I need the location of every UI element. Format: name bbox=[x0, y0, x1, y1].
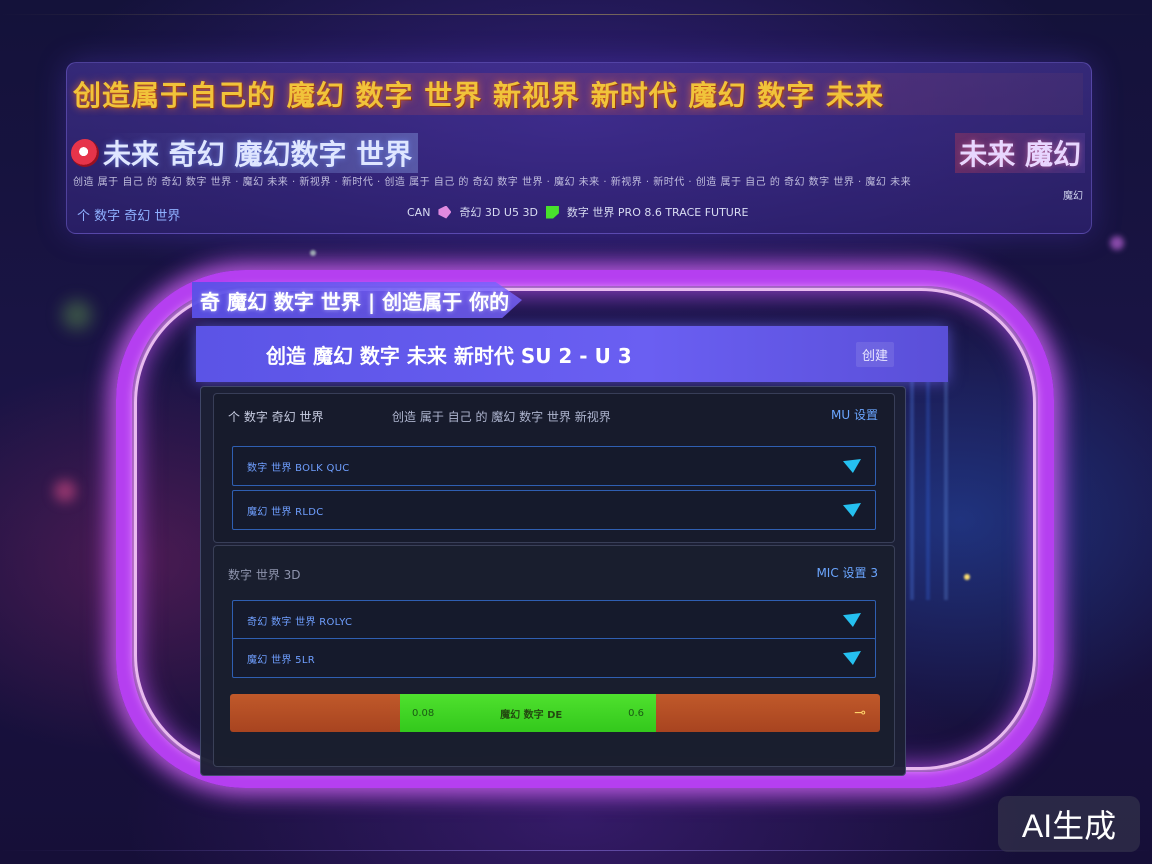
sparkle bbox=[1110, 236, 1124, 250]
section-primary-settings-link[interactable]: MU 设置 bbox=[831, 406, 878, 423]
sparkle bbox=[62, 300, 92, 330]
action-bar-mid-left: 0.08 bbox=[412, 707, 435, 719]
dropdown-value: 奇幻 数字 世界 ROLYC bbox=[247, 616, 353, 628]
action-bar-left-segment[interactable] bbox=[230, 694, 400, 732]
create-button[interactable]: 创建 bbox=[855, 341, 894, 367]
banner-left-text: 未来 奇幻 魔幻数字 世界 bbox=[103, 133, 419, 173]
action-bar-primary-button[interactable]: 0.08 魔幻 数字 DE 0.6 bbox=[400, 694, 656, 732]
dropdown-mode[interactable]: 魔幻 世界 RLDC bbox=[232, 490, 876, 530]
chevron-down-icon bbox=[843, 613, 861, 627]
status-prefix: CAN bbox=[407, 205, 431, 219]
ai-generated-watermark: AI生成 bbox=[998, 796, 1140, 852]
sparkle bbox=[54, 480, 76, 502]
section-primary-note: 创造 属于 自己 的 魔幻 数字 世界 新视界 bbox=[392, 410, 611, 424]
header-fine-print: 创造 属于 自己 的 奇幻 数字 世界 · 魔幻 未来 · 新视界 · 新时代 … bbox=[73, 177, 912, 187]
window-title: 创造 魔幻 数字 未来 新时代 SU 2 - U 3 bbox=[266, 343, 632, 368]
action-bar-mid-center: 魔幻 数字 DE bbox=[500, 709, 563, 721]
chevron-down-icon bbox=[843, 459, 861, 473]
action-bar-right-segment[interactable]: ⊸ bbox=[656, 694, 880, 732]
dropdown-value: 魔幻 世界 RLDC bbox=[247, 506, 324, 518]
dropdown-value: 数字 世界 BOLK QUC bbox=[247, 462, 350, 474]
banner-right-text: 未来 魔幻 bbox=[955, 133, 1085, 173]
dropdown-scene[interactable]: 奇幻 数字 世界 ROLYC bbox=[232, 600, 876, 640]
key-arrow-icon: ⊸ bbox=[854, 705, 866, 721]
chevron-down-icon bbox=[843, 503, 861, 517]
header-panel: 创造属于自己的 魔幻 数字 世界 新视界 新时代 魔幻 数字 未来 未来 奇幻 … bbox=[66, 62, 1092, 234]
window-titlebar: 创造 魔幻 数字 未来 新时代 SU 2 - U 3 创建 bbox=[196, 326, 948, 382]
chevron-down-icon bbox=[843, 651, 861, 665]
banner-left: 未来 奇幻 魔幻数字 世界 bbox=[71, 133, 419, 173]
status-row: CAN 奇幻 3D U5 3D 数字 世界 PRO 8.6 TRACE FUTU… bbox=[407, 203, 748, 221]
dropdown-style[interactable]: 魔幻 世界 5LR bbox=[232, 638, 876, 678]
section-secondary-label: 数字 世界 3D bbox=[228, 568, 301, 582]
settings-panel: 个 数字 奇幻 世界 创造 属于 自己 的 魔幻 数字 世界 新视界 MU 设置… bbox=[200, 386, 906, 776]
window-tab[interactable]: 奇 魔幻 数字 世界 | 创造属于 你的 bbox=[192, 282, 522, 318]
section-secondary-settings-link[interactable]: MIC 设置 3 bbox=[816, 564, 878, 581]
pink-status-icon bbox=[438, 205, 452, 219]
logo-icon bbox=[71, 139, 99, 167]
header-title: 创造属于自己的 魔幻 数字 世界 新视界 新时代 魔幻 数字 未来 bbox=[73, 73, 1083, 115]
dropdown-world[interactable]: 数字 世界 BOLK QUC bbox=[232, 446, 876, 486]
action-bar: 0.08 魔幻 数字 DE 0.6 ⊸ bbox=[230, 694, 880, 732]
bottom-divider bbox=[0, 850, 1152, 851]
action-bar-mid-right: 0.6 bbox=[628, 707, 644, 719]
status-a: 奇幻 3D U5 3D bbox=[459, 206, 538, 219]
section-primary: 个 数字 奇幻 世界 创造 属于 自己 的 魔幻 数字 世界 新视界 MU 设置… bbox=[213, 393, 895, 543]
green-status-icon bbox=[545, 205, 559, 219]
header-subtitle: 个 数字 奇幻 世界 bbox=[77, 209, 181, 224]
top-divider bbox=[0, 14, 1152, 15]
header-corner-glyph: 魔幻 bbox=[1063, 191, 1083, 202]
section-primary-label: 个 数字 奇幻 世界 bbox=[228, 410, 324, 424]
dropdown-value: 魔幻 世界 5LR bbox=[247, 654, 315, 666]
status-b: 数字 世界 PRO 8.6 TRACE FUTURE bbox=[566, 206, 749, 219]
section-secondary: 数字 世界 3D MIC 设置 3 奇幻 数字 世界 ROLYC 魔幻 世界 5… bbox=[213, 545, 895, 767]
sparkle bbox=[310, 250, 316, 256]
